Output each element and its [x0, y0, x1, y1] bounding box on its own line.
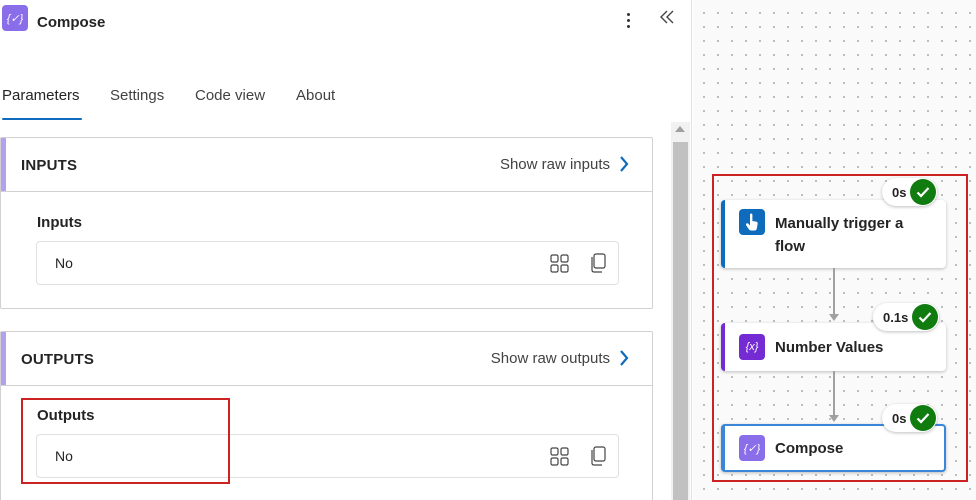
tab-parameters[interactable]: Parameters: [2, 87, 80, 104]
vertical-scrollbar[interactable]: [671, 122, 690, 500]
flow-node-manual-trigger[interactable]: Manually trigger a flow: [721, 200, 946, 268]
duration-badge: 0.1s: [873, 303, 940, 331]
success-check-icon: [910, 405, 937, 431]
more-options-icon[interactable]: [620, 8, 636, 32]
hand-pointer-icon: [739, 209, 765, 235]
flow-connector: [833, 268, 835, 314]
page-title: Compose: [37, 14, 106, 31]
grid-view-icon[interactable]: [550, 447, 569, 466]
node-label-line-2: flow: [775, 238, 805, 255]
flow-node-label: Compose: [775, 440, 844, 457]
tab-settings[interactable]: Settings: [110, 87, 164, 104]
inputs-section: INPUTS Show raw inputs Inputs No: [0, 137, 653, 309]
compose-icon: {✓}: [2, 5, 28, 31]
inputs-section-header: INPUTS Show raw inputs: [1, 138, 652, 192]
success-check-icon: [912, 304, 939, 330]
copy-icon[interactable]: [590, 253, 606, 273]
duration-badge: 0s: [882, 404, 938, 432]
flow-node-label: Number Values: [775, 339, 884, 356]
flow-connector: [833, 371, 835, 415]
action-details-panel: {✓} Compose Parameters Settings Code vie…: [0, 0, 692, 500]
inputs-section-title: INPUTS: [21, 157, 78, 174]
inputs-field-label: Inputs: [37, 214, 82, 231]
grid-view-icon[interactable]: [550, 254, 569, 273]
inputs-field-value: No: [55, 255, 73, 271]
outputs-section-title: OUTPUTS: [21, 351, 95, 368]
flow-node-label: Manually trigger a flow: [775, 212, 903, 258]
collapse-panel-icon[interactable]: [658, 8, 678, 30]
outputs-highlight-box: [21, 398, 230, 484]
copy-icon[interactable]: [590, 446, 606, 466]
chevron-right-icon[interactable]: [618, 348, 630, 368]
flow-canvas[interactable]: Manually trigger a flow 0s {x} Number Va…: [693, 0, 976, 500]
show-raw-inputs-link[interactable]: Show raw inputs: [500, 156, 610, 173]
compose-icon: {✓}: [739, 435, 765, 461]
scroll-up-icon[interactable]: [675, 126, 685, 132]
outputs-section-header: OUTPUTS Show raw outputs: [1, 332, 652, 386]
inputs-field[interactable]: No: [36, 241, 619, 285]
duration-text: 0s: [892, 184, 907, 200]
parameters-content: INPUTS Show raw inputs Inputs No OUTPUTS…: [0, 122, 692, 500]
node-label-line-1: Manually trigger a: [775, 215, 904, 232]
panel-header: {✓} Compose: [0, 0, 692, 48]
duration-badge: 0s: [882, 178, 938, 206]
success-check-icon: [910, 179, 937, 205]
connector-arrow-icon: [829, 314, 839, 321]
duration-text: 0.1s: [883, 309, 909, 325]
tab-code-view[interactable]: Code view: [195, 87, 265, 104]
active-tab-indicator: [2, 118, 82, 120]
show-raw-outputs-link[interactable]: Show raw outputs: [491, 350, 610, 367]
tab-about[interactable]: About: [296, 87, 335, 104]
scrollbar-thumb[interactable]: [673, 142, 688, 500]
duration-text: 0s: [892, 410, 907, 426]
variable-icon: {x}: [739, 334, 765, 360]
chevron-right-icon[interactable]: [618, 154, 630, 174]
connector-arrow-icon: [829, 415, 839, 422]
